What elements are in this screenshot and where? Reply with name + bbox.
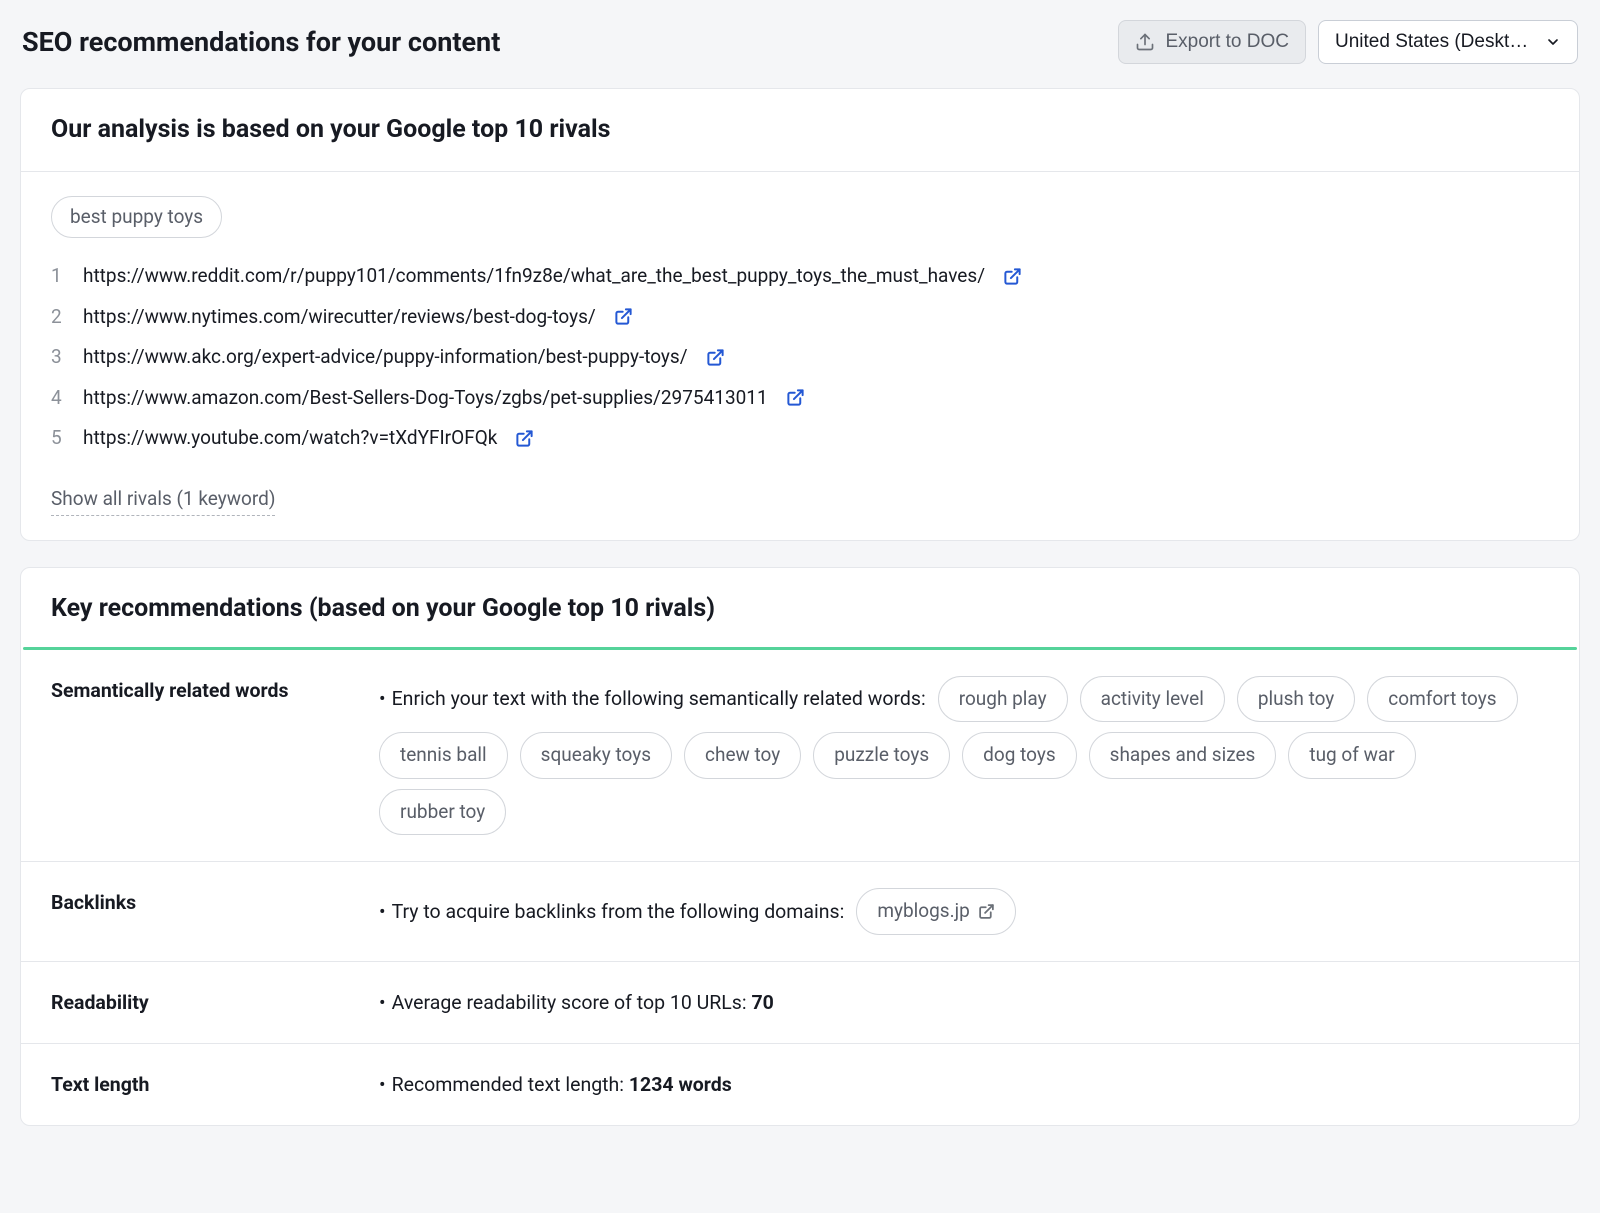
show-all-rivals-button[interactable]: Show all rivals (1 keyword): [51, 485, 275, 517]
semantic-word-pill[interactable]: plush toy: [1237, 676, 1355, 723]
rival-number: 3: [51, 343, 65, 372]
chevron-down-icon: [1545, 34, 1561, 50]
rival-item: 3 https://www.akc.org/expert-advice/puppy…: [51, 337, 1549, 378]
semantic-word-pill[interactable]: tennis ball: [379, 732, 508, 779]
rec-row-semantic: Semantically related words •Enrich your …: [21, 650, 1579, 863]
rival-url[interactable]: https://www.reddit.com/r/puppy101/commen…: [83, 262, 985, 291]
rec-label-textlen: Text length: [51, 1070, 351, 1099]
external-link-icon[interactable]: [1003, 267, 1022, 286]
external-link-icon[interactable]: [706, 348, 725, 367]
semantic-word-pill[interactable]: rough play: [938, 676, 1068, 723]
rec-label-backlinks: Backlinks: [51, 888, 351, 917]
rival-url[interactable]: https://www.nytimes.com/wirecutter/revie…: [83, 303, 596, 332]
rival-number: 1: [51, 262, 65, 291]
rival-item: 2 https://www.nytimes.com/wirecutter/revi…: [51, 297, 1549, 338]
rival-item: 5 https://www.youtube.com/watch?v=tXdYFIr…: [51, 418, 1549, 459]
semantic-word-pill[interactable]: shapes and sizes: [1089, 732, 1277, 779]
export-icon: [1135, 32, 1155, 52]
semantic-word-pill[interactable]: rubber toy: [379, 789, 506, 836]
rival-list: 1 https://www.reddit.com/r/puppy101/comme…: [51, 256, 1549, 459]
semantic-word-pill[interactable]: tug of war: [1288, 732, 1415, 779]
backlinks-container: •Try to acquire backlinks from the follo…: [379, 888, 1549, 935]
rec-label-semantic: Semantically related words: [51, 676, 351, 705]
rec-label-readability: Readability: [51, 988, 351, 1017]
semantic-word-pill[interactable]: chew toy: [684, 732, 801, 779]
rival-url[interactable]: https://www.akc.org/expert-advice/puppy-…: [83, 343, 688, 372]
rec-lead-readability: Average readability score of top 10 URLs…: [392, 991, 752, 1014]
rival-number: 2: [51, 303, 65, 332]
rec-row-backlinks: Backlinks •Try to acquire backlinks from…: [21, 862, 1579, 962]
key-recommendations-title: Key recommendations (based on your Googl…: [21, 568, 1579, 647]
region-select-label: United States (Desktop): [1335, 31, 1535, 53]
rival-item: 4 https://www.amazon.com/Best-Sellers-Dog…: [51, 378, 1549, 419]
rec-lead-backlinks: •Try to acquire backlinks from the follo…: [379, 897, 844, 926]
semantic-words-container: •Enrich your text with the following sem…: [379, 676, 1549, 836]
rival-url[interactable]: https://www.amazon.com/Best-Sellers-Dog-…: [83, 384, 768, 413]
semantic-word-pill[interactable]: squeaky toys: [520, 732, 672, 779]
analysis-panel: Our analysis is based on your Google top…: [20, 88, 1580, 541]
textlen-value: 1234 words: [629, 1073, 732, 1096]
keyword-pill[interactable]: best puppy toys: [51, 196, 222, 239]
key-recommendations-panel: Key recommendations (based on your Googl…: [20, 567, 1580, 1126]
rival-number: 5: [51, 424, 65, 453]
rec-row-textlen: Text length •Recommended text length: 12…: [21, 1044, 1579, 1125]
rec-row-readability: Readability •Average readability score o…: [21, 962, 1579, 1044]
export-doc-button[interactable]: Export to DOC: [1118, 20, 1306, 64]
region-select[interactable]: United States (Desktop): [1318, 20, 1578, 64]
analysis-title: Our analysis is based on your Google top…: [21, 89, 1579, 172]
semantic-word-pill[interactable]: comfort toys: [1367, 676, 1517, 723]
external-link-icon[interactable]: [786, 388, 805, 407]
page-title: SEO recommendations for your content: [22, 22, 500, 63]
export-doc-label: Export to DOC: [1165, 31, 1289, 53]
backlink-domain-pill[interactable]: myblogs.jp: [856, 888, 1015, 935]
rival-number: 4: [51, 384, 65, 413]
semantic-word-pill[interactable]: puzzle toys: [813, 732, 950, 779]
external-link-icon: [978, 903, 995, 920]
rival-item: 1 https://www.reddit.com/r/puppy101/comme…: [51, 256, 1549, 297]
rival-url[interactable]: https://www.youtube.com/watch?v=tXdYFIrO…: [83, 424, 497, 453]
semantic-word-pill[interactable]: dog toys: [962, 732, 1076, 779]
semantic-word-pill[interactable]: activity level: [1080, 676, 1225, 723]
rec-lead-textlen: Recommended text length:: [392, 1073, 629, 1096]
external-link-icon[interactable]: [614, 307, 633, 326]
external-link-icon[interactable]: [515, 429, 534, 448]
readability-value: 70: [751, 991, 773, 1014]
rec-lead-semantic: •Enrich your text with the following sem…: [379, 684, 926, 713]
